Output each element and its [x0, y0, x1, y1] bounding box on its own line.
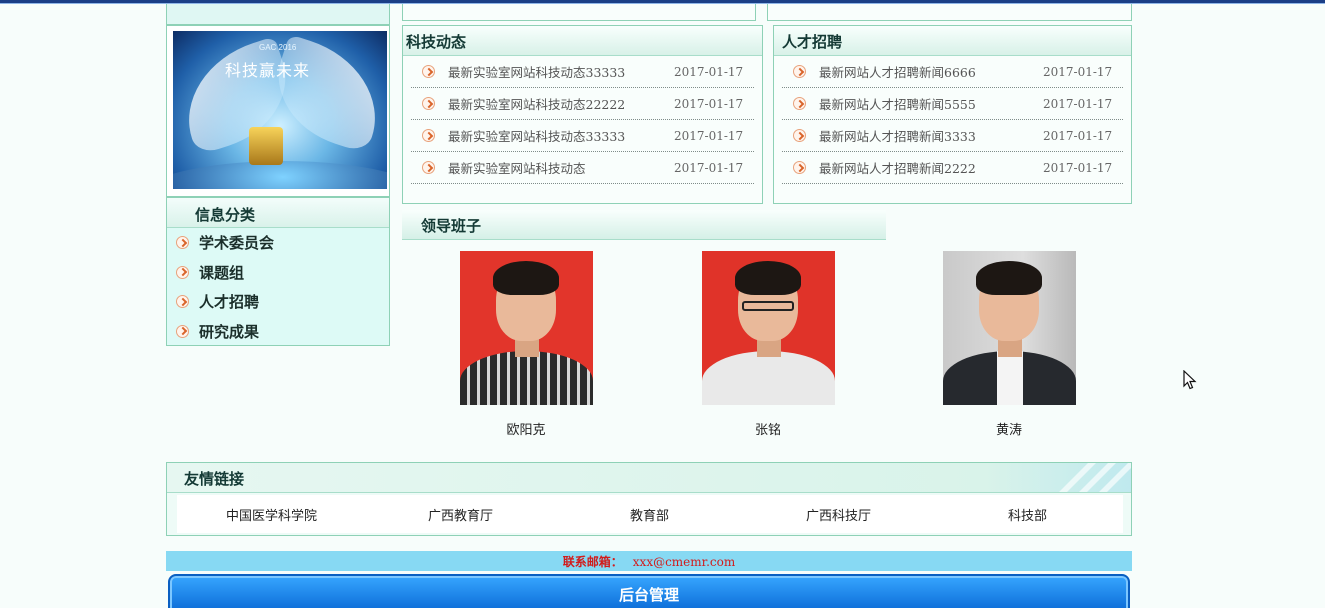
photo-glasses [741, 301, 794, 311]
arrow-right-icon [422, 161, 435, 174]
news-date: 2017-01-17 [1043, 64, 1113, 79]
banner-title-text: 科技赢未来 [225, 63, 311, 80]
friend-link[interactable]: 广西教育厅 [366, 505, 555, 524]
leader-card[interactable]: 黄涛 [939, 251, 1079, 438]
planet-graphic [173, 161, 387, 189]
news-title-link[interactable]: 最新网站人才招聘新闻2222 [819, 158, 1043, 177]
friend-link[interactable]: 科技部 [933, 505, 1122, 524]
contact-bar: 联系邮箱： xxx@cmemr.com [166, 551, 1132, 571]
list-item[interactable]: 最新网站人才招聘新闻6666 2017-01-17 [782, 56, 1123, 88]
upper-middle-panel [402, 4, 756, 21]
category-item[interactable]: 人才招聘 [167, 287, 389, 317]
leader-photo[interactable] [701, 251, 835, 405]
category-item[interactable]: 研究成果 [167, 317, 389, 347]
friend-link[interactable]: 教育部 [555, 505, 744, 524]
leader-name: 张铭 [754, 423, 781, 438]
arrow-right-icon [176, 236, 189, 250]
arrow-right-icon [422, 129, 435, 142]
banner-frame: GAC 2016 科技赢未来 [166, 25, 390, 197]
photo-body [701, 351, 835, 405]
list-item[interactable]: 最新网站人才招聘新闻3333 2017-01-17 [782, 120, 1123, 152]
arrow-right-icon [793, 161, 806, 174]
news-title-link[interactable]: 最新网站人才招聘新闻5555 [819, 94, 1043, 113]
arrow-right-icon [422, 65, 435, 78]
arrow-right-icon [176, 324, 189, 338]
list-item[interactable]: 最新实验室网站科技动态 2017-01-17 [411, 152, 754, 184]
category-item[interactable]: 学术委员会 [167, 228, 389, 258]
news-date: 2017-01-17 [674, 96, 744, 111]
leader-card[interactable]: 欧阳克 [456, 251, 596, 438]
photo-hair [734, 261, 801, 295]
category-item-label[interactable]: 学术委员会 [199, 232, 274, 253]
category-item-label[interactable]: 研究成果 [199, 321, 259, 342]
friend-links-panel: 友情链接 中国医学科学院 广西教育厅 教育部 广西科技厅 科技部 [166, 462, 1132, 536]
talent-news-panel: 人才招聘 最新网站人才招聘新闻6666 2017-01-17 最新网站人才招聘新… [773, 25, 1132, 204]
friend-link[interactable]: 广西科技厅 [744, 505, 933, 524]
leaders-title: 领导班子 [402, 210, 886, 240]
list-item[interactable]: 最新实验室网站科技动态33333 2017-01-17 [411, 120, 754, 152]
news-date: 2017-01-17 [1043, 128, 1113, 143]
arrow-right-icon [793, 65, 806, 78]
banner-small-text: GAC 2016 [259, 43, 297, 52]
banner-image[interactable]: GAC 2016 科技赢未来 [173, 31, 387, 189]
contact-label: 联系邮箱： [562, 555, 623, 569]
news-title-link[interactable]: 最新网站人才招聘新闻3333 [819, 126, 1043, 145]
arrow-right-icon [176, 265, 189, 279]
arrow-right-icon [422, 97, 435, 110]
upper-right-panel [767, 4, 1132, 21]
tech-news-list: 最新实验室网站科技动态33333 2017-01-17 最新实验室网站科技动态2… [403, 56, 762, 184]
contact-email-link[interactable]: xxx@cmemr.com [633, 555, 735, 569]
trophy-graphic [249, 127, 283, 165]
tech-news-panel: 科技动态 最新实验室网站科技动态33333 2017-01-17 最新实验室网站… [402, 25, 763, 204]
photo-body [459, 351, 593, 405]
news-date: 2017-01-17 [1043, 160, 1113, 175]
friend-links-title: 友情链接 [167, 463, 1131, 493]
news-date: 2017-01-17 [674, 64, 744, 79]
photo-hair [492, 261, 559, 295]
talent-news-title: 人才招聘 [774, 26, 1131, 56]
talent-news-list: 最新网站人才招聘新闻6666 2017-01-17 最新网站人才招聘新闻5555… [774, 56, 1131, 184]
leader-card[interactable]: 张铭 [698, 251, 838, 438]
arrow-right-icon [793, 97, 806, 110]
list-item[interactable]: 最新实验室网站科技动态33333 2017-01-17 [411, 56, 754, 88]
photo-hair [975, 261, 1042, 295]
admin-button[interactable]: 后台管理 [168, 574, 1130, 608]
category-item-label[interactable]: 人才招聘 [199, 291, 259, 312]
arrow-right-icon [793, 129, 806, 142]
category-title: 信息分类 [167, 198, 389, 228]
mouse-cursor-icon [1183, 370, 1197, 390]
news-title-link[interactable]: 最新实验室网站科技动态33333 [448, 126, 674, 145]
category-panel: 信息分类 学术委员会 课题组 人才招聘 研究成果 [166, 197, 390, 346]
leader-photo[interactable] [459, 251, 593, 405]
category-item-label[interactable]: 课题组 [199, 262, 244, 283]
friend-link[interactable]: 中国医学科学院 [177, 505, 366, 524]
news-date: 2017-01-17 [674, 128, 744, 143]
friend-links-title-text: 友情链接 [184, 470, 245, 488]
news-title-link[interactable]: 最新网站人才招聘新闻6666 [819, 62, 1043, 81]
category-item[interactable]: 课题组 [167, 258, 389, 288]
list-item[interactable]: 最新实验室网站科技动态22222 2017-01-17 [411, 88, 754, 120]
leader-name: 欧阳克 [506, 423, 546, 438]
news-title-link[interactable]: 最新实验室网站科技动态22222 [448, 94, 674, 113]
news-title-link[interactable]: 最新实验室网站科技动态33333 [448, 62, 674, 81]
left-top-panel [166, 4, 390, 25]
list-item[interactable]: 最新网站人才招聘新闻2222 2017-01-17 [782, 152, 1123, 184]
news-date: 2017-01-17 [1043, 96, 1113, 111]
leader-photo[interactable] [942, 251, 1076, 405]
news-date: 2017-01-17 [674, 160, 744, 175]
leader-name: 黄涛 [995, 423, 1022, 438]
photo-shirt [996, 351, 1023, 405]
news-title-link[interactable]: 最新实验室网站科技动态 [448, 158, 674, 177]
arrow-right-icon [176, 295, 189, 309]
tech-news-title: 科技动态 [403, 26, 762, 56]
list-item[interactable]: 最新网站人才招聘新闻5555 2017-01-17 [782, 88, 1123, 120]
friend-links-row: 中国医学科学院 广西教育厅 教育部 广西科技厅 科技部 [177, 495, 1123, 533]
